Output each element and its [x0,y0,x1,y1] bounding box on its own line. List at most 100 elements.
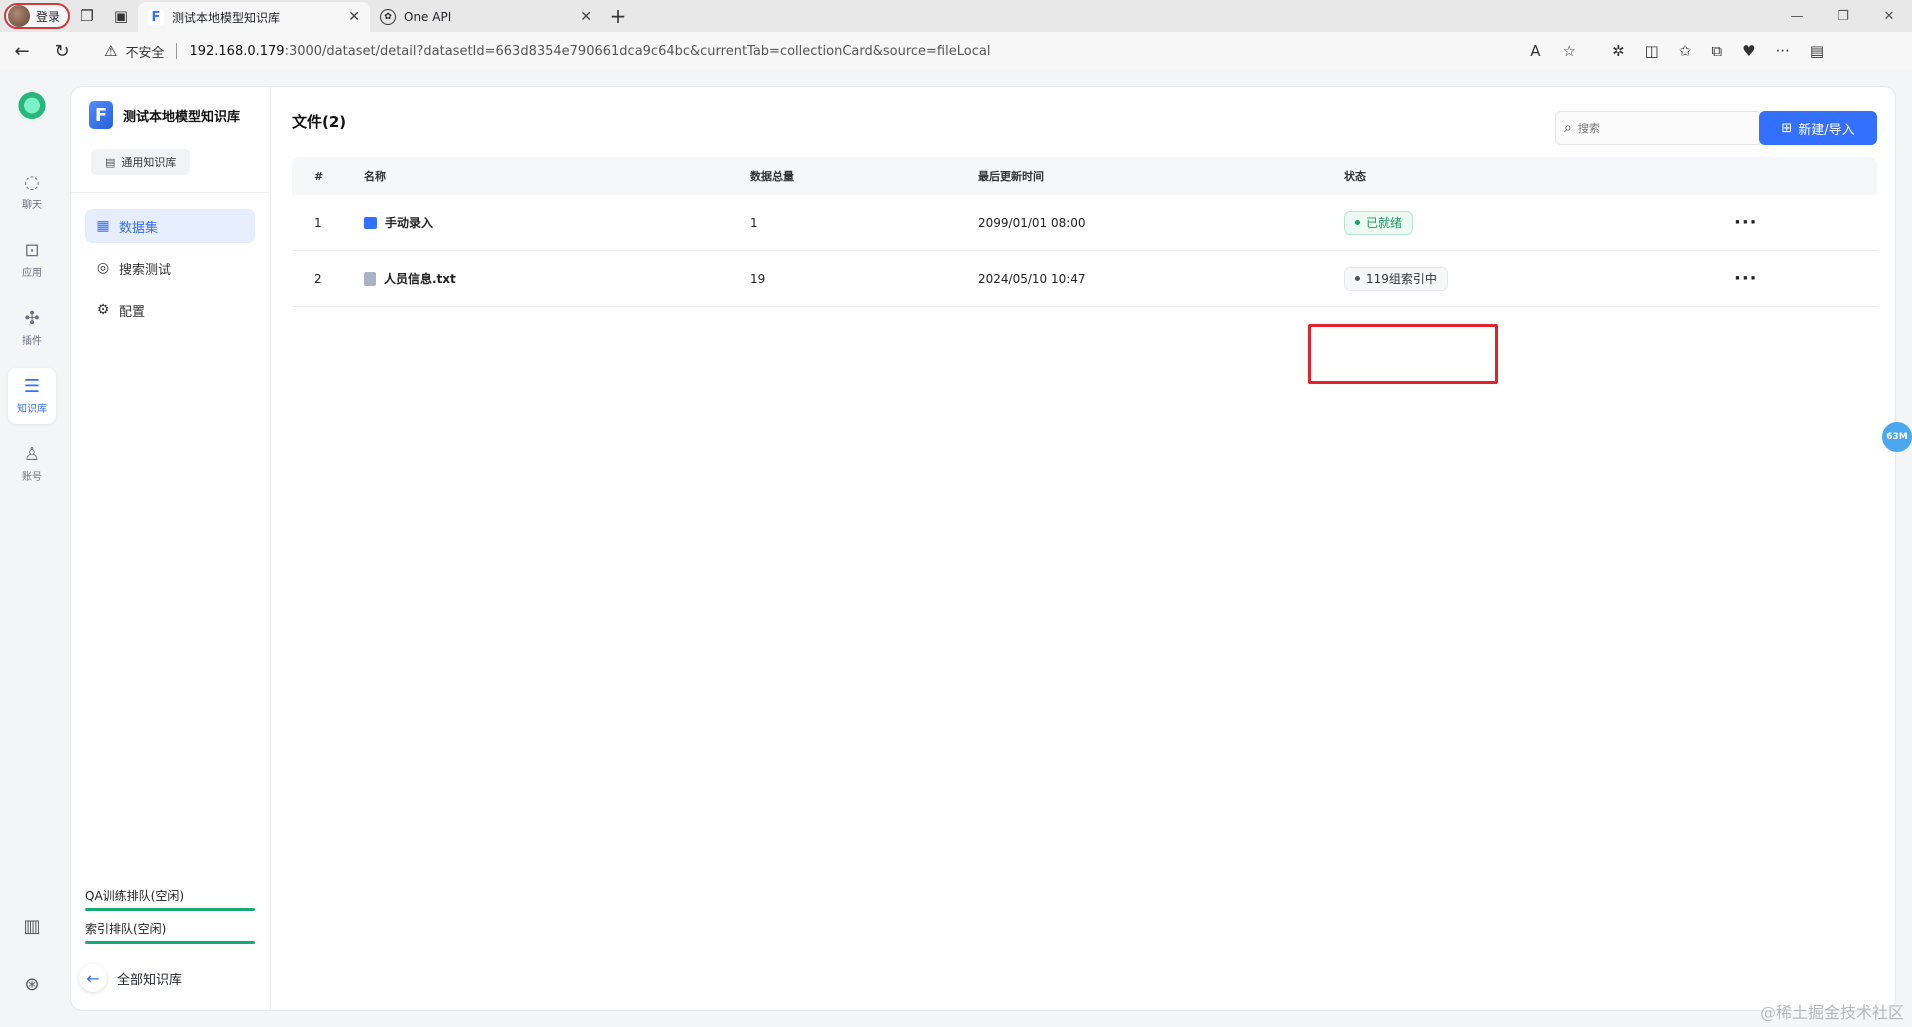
divider [71,192,271,193]
row-status-cell: 119组索引中 [1344,266,1734,291]
collection-main: 文件(2) ⌕ ⊞ 新建/导入 # 名称 数据总量 最后更新时间 状态 [272,87,1895,1010]
status-badge: 已就绪 [1344,210,1414,235]
workspaces-icon[interactable]: ❐ [70,0,104,32]
docs-book-icon[interactable]: ▥ [18,912,46,940]
nav-item-datasets[interactable]: ▦ 数据集 [85,209,255,243]
search-icon: ⌕ [1564,120,1572,136]
dataset-type-label: 通用知识库 [121,156,177,169]
nav-item-label: 搜索测试 [119,262,172,278]
row-index: 2 [314,271,322,286]
row-time: 2099/01/01 08:00 [978,215,1086,230]
back-to-all-datasets[interactable]: ← 全部知识库 [79,964,182,992]
status-badge: 119组索引中 [1344,266,1448,291]
status-text: 119组索引中 [1366,272,1437,286]
url-text: 192.168.0.179:3000/dataset/detail?datase… [189,43,991,59]
address-bar[interactable]: ⚠ 不安全 192.168.0.179:3000/dataset/detail?… [104,36,1584,66]
row-index: 1 [314,215,322,230]
rail-item-account[interactable]: ♙ 账号 [8,436,56,492]
column-header-index: # [314,169,324,183]
rail-item-plugins[interactable]: ✣ 插件 [8,300,56,356]
nav-item-config[interactable]: ⚙ 配置 [85,293,255,327]
tab-actions-icon[interactable]: ▣ [104,0,138,32]
profile-avatar [8,5,30,27]
table-row[interactable]: 1 手动录入 1 2099/01/01 08:00 已就绪 ··· [292,195,1877,251]
minimize-icon[interactable]: — [1774,0,1820,32]
rail-item-label: 账号 [22,472,42,483]
security-label: 不安全 [125,45,165,61]
table-row[interactable]: 2 人员信息.txt 19 2024/05/10 10:47 119组索引中 ·… [292,251,1877,307]
close-window-icon[interactable]: ✕ [1866,0,1912,32]
nav-item-label: 数据集 [119,220,159,236]
queue-progress-bar [85,941,255,944]
rail-item-apps[interactable]: ⊡ 应用 [8,232,56,288]
collections-icon[interactable]: ⧉ [1711,42,1722,60]
window-controls: — ❐ ✕ [1774,0,1912,32]
status-text: 已就绪 [1366,216,1403,230]
gear-icon: ⚙ [96,302,110,318]
profile-label: 登录 [36,9,61,24]
warning-icon[interactable]: ⚠ [104,42,117,60]
puzzle-icon: ✣ [24,308,40,329]
memory-badge[interactable]: 63M [1882,422,1912,452]
dataset-type-tag: ▤ 通用知识库 [91,149,191,175]
nav-item-label: 配置 [119,304,146,320]
create-import-button[interactable]: ⊞ 新建/导入 [1759,111,1877,145]
search-input[interactable] [1577,121,1748,135]
page-title: 文件(2) [292,113,347,131]
dataset-logo: F [89,101,113,129]
new-tab-icon[interactable]: + [602,1,634,31]
tab-title: 测试本地模型知识库 [172,10,281,25]
back-label: 全部知识库 [117,972,183,988]
restore-icon[interactable]: ❐ [1820,0,1866,32]
favorite-star-icon[interactable]: ☆ [1563,42,1576,60]
browser-toolbar: ✲ ◫ ✩ ⧉ ♥ ··· ▤ [1612,42,1824,60]
column-header-count: 数据总量 [750,170,794,183]
status-dot [1355,276,1360,281]
chat-icon: ◌ [24,172,40,193]
target-icon: ◎ [96,260,110,276]
favorites-icon[interactable]: ✩ [1679,42,1692,60]
split-screen-icon[interactable]: ◫ [1645,42,1659,60]
openai-favicon-icon: ✿ [380,9,396,25]
browser-tab-dataset[interactable]: F 测试本地模型知识库 ✕ [138,2,370,32]
extensions-icon[interactable]: ✲ [1612,42,1625,60]
collection-table: # 名称 数据总量 最后更新时间 状态 1 手动录入 1 2099/01/01 … [292,157,1877,307]
close-tab-icon[interactable]: ✕ [348,9,360,25]
sidebar-toggle-icon[interactable]: ▤ [1810,42,1824,60]
manual-entry-icon [364,216,377,229]
rail-item-chat[interactable]: ◌ 聊天 [8,164,56,220]
queue-progress-bar [85,908,255,911]
read-aloud-icon[interactable]: A [1530,42,1540,60]
row-name-cell: 人员信息.txt [364,270,750,287]
dataset-name: 测试本地模型知识库 [123,109,241,125]
rail-item-knowledge-base[interactable]: ☰ 知识库 [8,368,56,424]
back-icon[interactable]: ← [4,35,40,67]
reload-icon[interactable]: ↻ [44,35,80,67]
nav-item-search-test[interactable]: ◎ 搜索测试 [85,251,255,285]
status-dot [1355,220,1360,225]
divider [176,43,178,59]
bar-chart-icon: ▦ [96,218,110,234]
column-header-time: 最后更新时间 [978,170,1044,183]
performance-icon[interactable]: ♥ [1742,42,1755,60]
icon-rail: ◌ 聊天 ⊡ 应用 ✣ 插件 ☰ 知识库 ♙ 账号 ▥ ⊛ [0,70,64,1027]
close-tab-icon[interactable]: ✕ [580,9,592,25]
app-logo[interactable] [17,92,47,122]
row-status-cell: 已就绪 [1344,210,1734,235]
app-root: ◌ 聊天 ⊡ 应用 ✣ 插件 ☰ 知识库 ♙ 账号 ▥ ⊛ F 测试本地模型知识… [0,70,1912,1027]
more-options-icon[interactable]: ··· [1734,268,1794,289]
tab-title: One API [404,10,452,24]
dataset-sidebar: F 测试本地模型知识库 ▤ 通用知识库 ▦ 数据集 ◎ 搜索测试 ⚙ 配置 QA… [71,87,271,1010]
row-name: 人员信息.txt [384,272,456,286]
github-icon[interactable]: ⊛ [18,970,46,998]
rail-item-label: 聊天 [22,200,42,211]
browser-tab-oneapi[interactable]: ✿ One API ✕ [370,2,602,32]
more-menu-icon[interactable]: ··· [1776,42,1790,60]
browser-tab-strip: 登录 ❐ ▣ F 测试本地模型知识库 ✕ ✿ One API ✕ + — ❐ ✕ [0,0,1912,32]
txt-file-icon [364,271,376,286]
search-box[interactable]: ⌕ [1555,111,1763,145]
row-time: 2024/05/10 10:47 [978,271,1086,286]
profile-button[interactable]: 登录 [4,3,70,29]
rail-item-label: 知识库 [17,404,47,415]
more-options-icon[interactable]: ··· [1734,212,1794,233]
